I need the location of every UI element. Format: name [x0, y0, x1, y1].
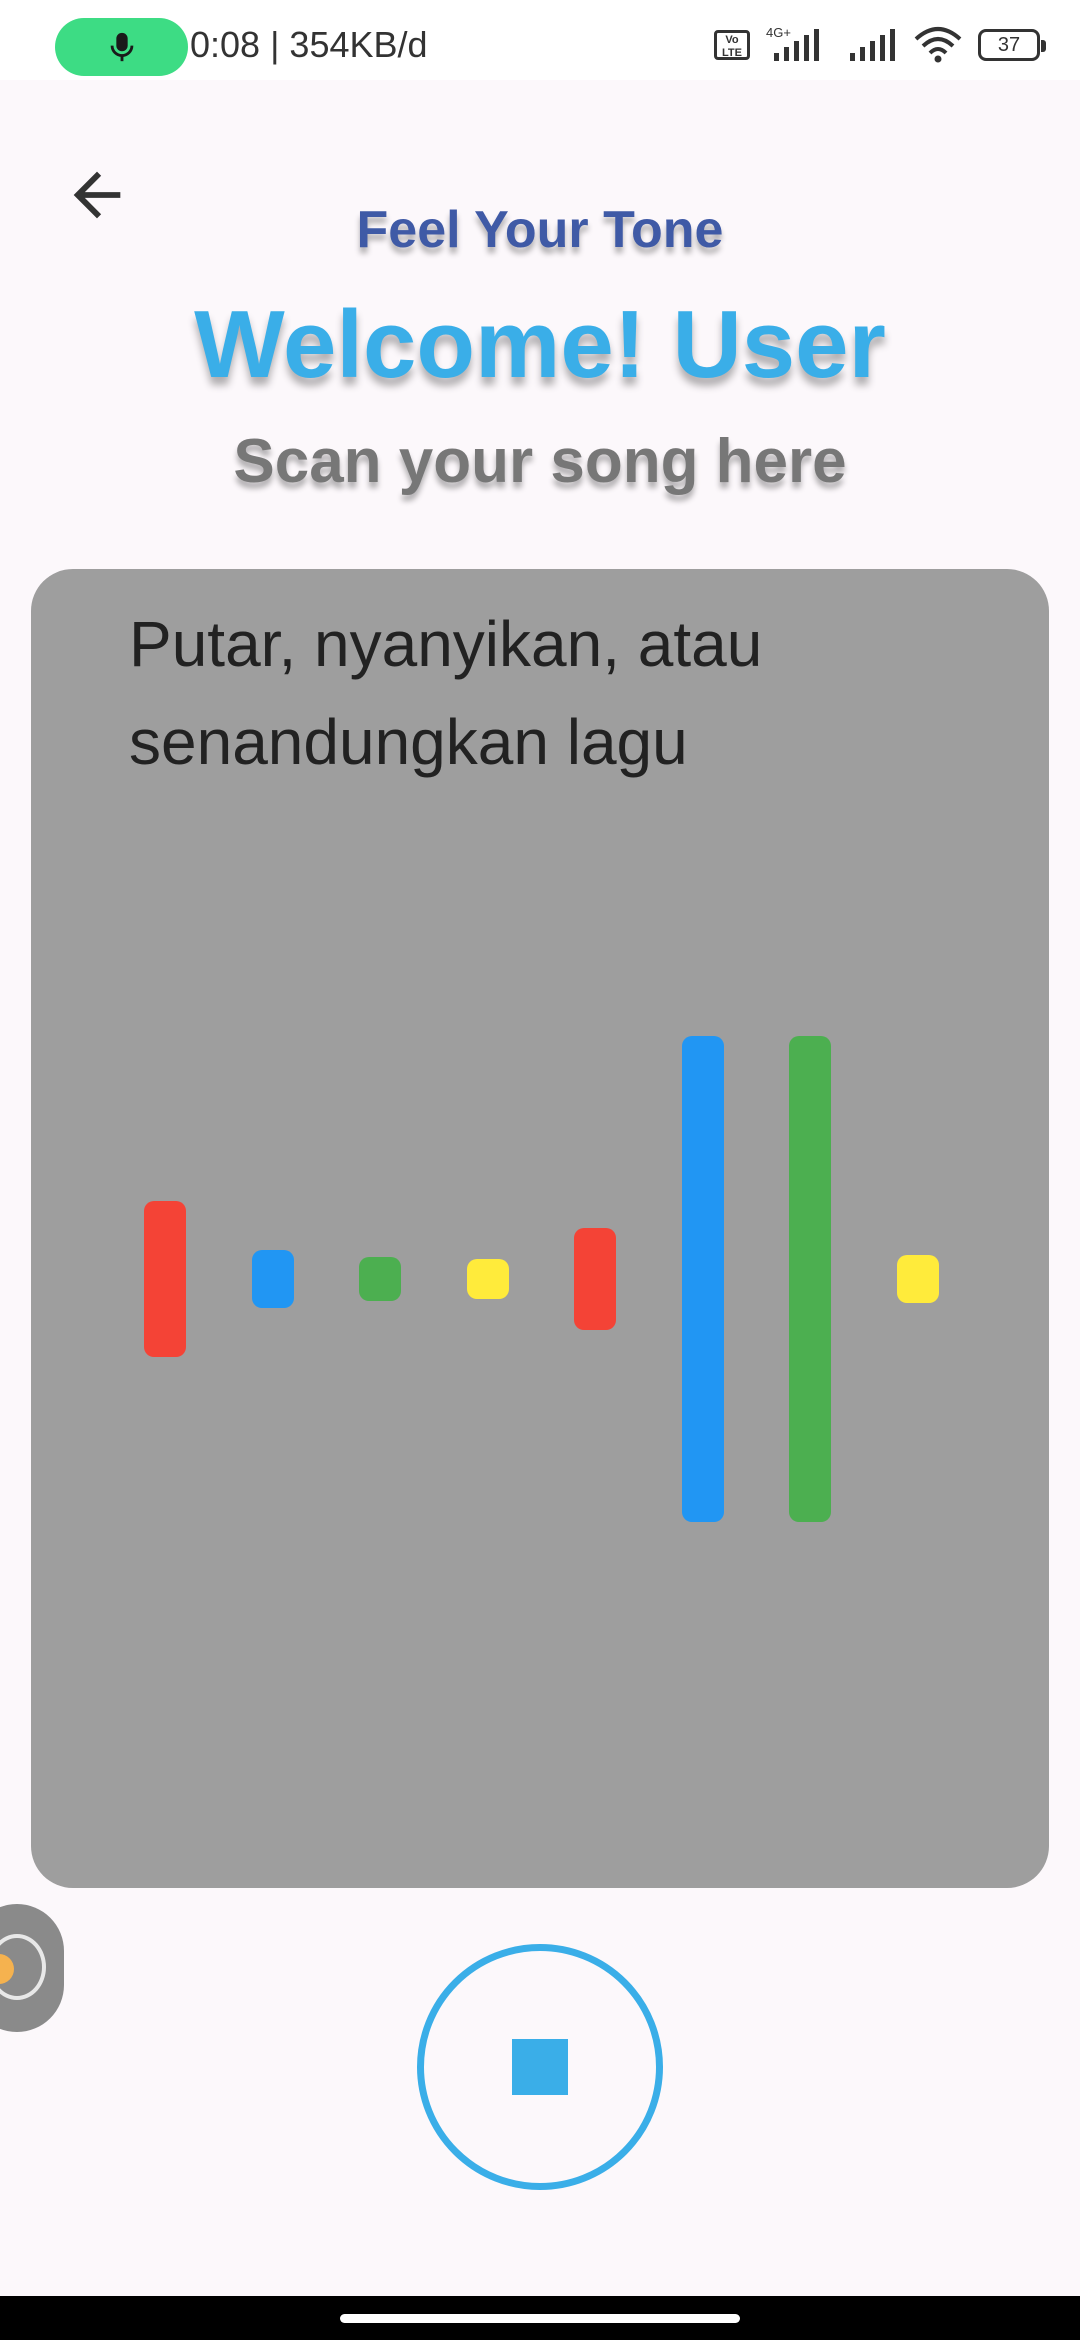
app-name-heading: Feel Your Tone	[356, 201, 724, 259]
visualizer-bar	[681, 1036, 724, 1522]
signal-icon	[850, 29, 895, 61]
svg-text:4G+: 4G+	[766, 25, 791, 40]
wifi-icon	[914, 27, 962, 63]
prompt-text-line1: Putar, nyanyikan, atau	[129, 608, 763, 680]
visualizer-bar	[251, 1249, 294, 1309]
volte-icon: Vo LTE	[714, 30, 750, 60]
visualizer-bar	[896, 1254, 939, 1304]
visualizer-bar	[466, 1259, 509, 1299]
listening-card: Putar, nyanyikan, atau senandungkan lagu	[31, 569, 1049, 1888]
signal-4g-icon: 4G+	[766, 25, 819, 61]
floating-assistant-bubble[interactable]	[0, 1904, 64, 2032]
visualizer-bar	[789, 1036, 831, 1522]
status-time-speed: 0:08 | 354KB/d	[190, 24, 428, 65]
scan-instruction: Scan your song here	[233, 427, 847, 496]
visualizer-bar	[359, 1257, 401, 1301]
visualizer-bar	[144, 1201, 186, 1357]
prompt-text-line2: senandungkan lagu	[129, 706, 688, 778]
mic-icon	[110, 32, 134, 62]
welcome-title: Welcome! User	[194, 291, 886, 398]
home-indicator[interactable]	[340, 2314, 740, 2323]
assistant-icon	[0, 1934, 46, 2000]
assistant-dot	[0, 1954, 14, 1984]
stop-icon	[512, 2039, 568, 2095]
status-icons: Vo LTE 4G+ 37	[714, 20, 1046, 70]
navigation-bar	[0, 2296, 1080, 2340]
stop-button[interactable]	[417, 1944, 663, 2190]
visualizer-bar	[574, 1227, 616, 1331]
mic-recording-indicator[interactable]	[55, 18, 188, 76]
battery-icon: 37	[978, 29, 1046, 61]
status-bar: 0:08 | 354KB/d Vo LTE 4G+ 37	[0, 0, 1080, 80]
